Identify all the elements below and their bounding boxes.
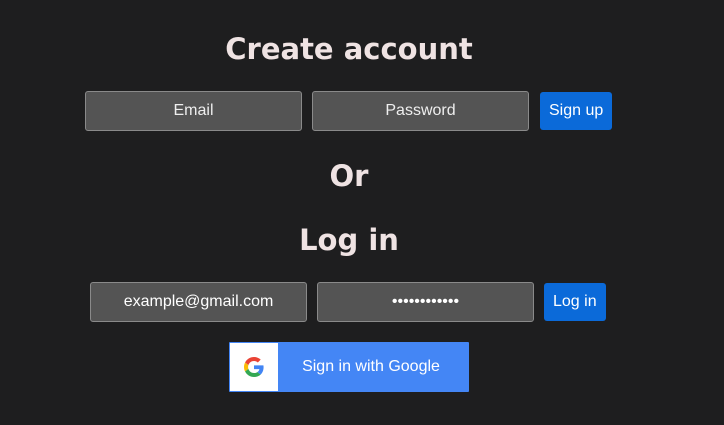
login-email-field[interactable] [90,282,307,322]
create-account-heading: Create account [225,32,473,66]
sign-up-button[interactable]: Sign up [540,92,613,130]
google-logo-container [230,343,278,391]
signup-form: Sign up [85,91,613,131]
log-in-button[interactable]: Log in [544,283,606,321]
signup-password-field[interactable] [312,91,529,131]
google-g-icon [244,357,264,377]
log-in-heading: Log in [299,223,399,257]
login-form: Log in [90,282,606,322]
sign-in-with-google-button[interactable]: Sign in with Google [229,342,469,392]
login-password-field[interactable] [317,282,534,322]
google-button-label: Sign in with Google [302,358,440,375]
or-separator: Or [329,159,369,193]
signup-email-field[interactable] [85,91,302,131]
